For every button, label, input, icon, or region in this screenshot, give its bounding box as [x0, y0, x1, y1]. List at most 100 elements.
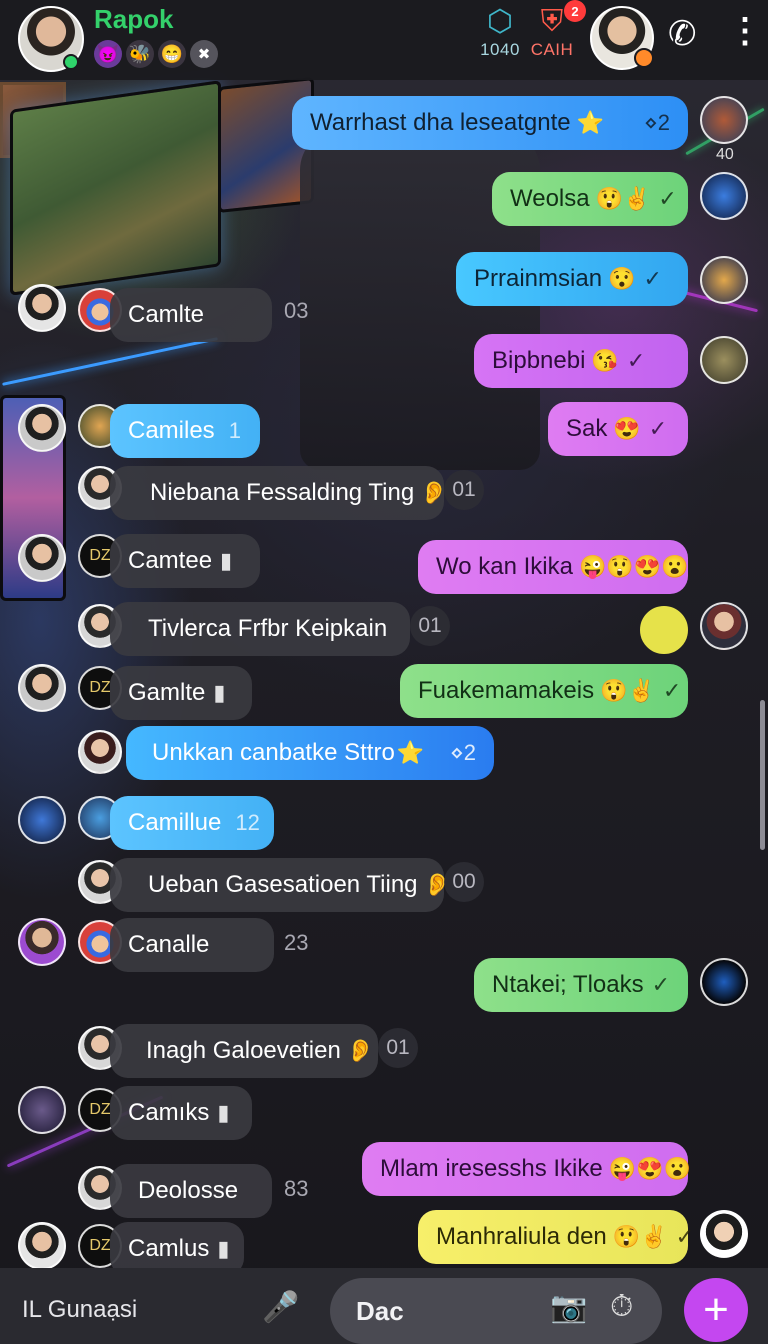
- message-text: Camıks: [128, 1099, 210, 1126]
- message-bubble[interactable]: Fuakemamakeis 😲✌ ✓: [400, 664, 688, 718]
- message-text: Warrhast dha leseatgnte: [310, 109, 571, 136]
- emoji-icon: 😲✌: [600, 678, 655, 703]
- camera-icon[interactable]: 📷: [550, 1290, 587, 1325]
- message-bubble[interactable]: Bipbnebi 😘 ✓: [474, 334, 688, 388]
- message-bubble[interactable]: Niebana Fessalding Ting 👂: [110, 466, 448, 520]
- message-bubble[interactable]: Warrhast dha leseatgnte ⭐ ⋄2: [292, 96, 688, 150]
- timer-icon[interactable]: ⏱: [610, 1290, 633, 1324]
- message-bubble[interactable]: Camlte: [110, 288, 272, 342]
- cash-label: CAIH: [530, 40, 574, 59]
- avatar[interactable]: [18, 404, 66, 452]
- message-bubble[interactable]: Gamlte ▮: [110, 666, 252, 720]
- message-count: 12: [235, 810, 260, 835]
- message-bubble[interactable]: Ueban Gasesatioen Tiing 👂: [110, 858, 451, 912]
- message-text: Manhraliula den: [436, 1223, 607, 1250]
- emoji-icon: 😲✌: [595, 186, 651, 211]
- check-icon: ✓: [662, 678, 682, 703]
- message-bubble[interactable]: Tivlerca Frfbr Keipkain: [110, 602, 410, 656]
- message-bubble[interactable]: Inagh Galoevetien 👂: [110, 1024, 378, 1078]
- message-bubble[interactable]: Mlam iresesshs Ikike 😜😍😮: [362, 1142, 691, 1196]
- message-bubble[interactable]: Camiles 1: [110, 404, 260, 458]
- message-text: Weolsa: [510, 185, 590, 212]
- avatar[interactable]: [700, 256, 748, 304]
- message-bubble[interactable]: Wo kan Ikika 😜😲😍😮: [418, 540, 689, 594]
- message-bubble[interactable]: Weolsa 😲✌ ✓: [492, 172, 688, 226]
- side-badge: 40: [716, 146, 734, 163]
- emoji-icon: 😜😍😮: [608, 1156, 691, 1181]
- avatar[interactable]: [78, 730, 122, 774]
- message-count: 01: [444, 470, 484, 510]
- message-bubble[interactable]: Ntakei; Tloaks ✓: [474, 958, 688, 1012]
- ear-icon: 👂: [346, 1038, 375, 1063]
- message-bubble[interactable]: Camıks ▮: [110, 1086, 252, 1140]
- phone-icon[interactable]: ✆: [668, 14, 697, 54]
- cash-button[interactable]: ⛨ CAIH 2: [528, 0, 586, 60]
- message-bubble[interactable]: Sak 😍 ✓: [548, 402, 688, 456]
- status-emoji: 😈: [94, 40, 122, 68]
- message-text: Bipbnebi: [492, 347, 586, 374]
- file-icon: ▮: [220, 548, 233, 573]
- check-icon: ✓: [651, 972, 671, 997]
- message-text: Canalle: [128, 931, 210, 958]
- message-count: 01: [378, 1028, 418, 1068]
- message-input-placeholder: Dac: [356, 1296, 404, 1326]
- emoji-icon: 😘: [591, 348, 619, 373]
- message-count: 23: [284, 930, 309, 955]
- avatar[interactable]: [18, 1086, 66, 1134]
- contact-name[interactable]: Rapok: [94, 4, 173, 35]
- message-text: Camlus: [128, 1235, 210, 1262]
- game-monitor: [10, 80, 221, 296]
- status-emoji: 😁: [158, 40, 186, 68]
- message-bubble[interactable]: Camtee ▮: [110, 534, 260, 588]
- message-text: Niebana Fessalding Ting: [150, 479, 415, 506]
- check-icon: ✓: [643, 266, 662, 291]
- message-text: Unkkan canbatke Sttro: [152, 739, 395, 766]
- add-button[interactable]: +: [684, 1278, 748, 1342]
- delivery-status: ⋄2: [643, 110, 670, 135]
- message-text: Inagh Galoevetien: [146, 1037, 341, 1064]
- user-avatar[interactable]: [590, 6, 654, 70]
- message-text: Camlte: [128, 301, 205, 328]
- avatar[interactable]: [700, 172, 748, 220]
- avatar[interactable]: [18, 918, 66, 966]
- avatar[interactable]: [700, 96, 748, 144]
- neon-light: [2, 337, 218, 386]
- status-emoji: ✖: [190, 40, 218, 68]
- avatar[interactable]: [18, 284, 66, 332]
- user-status-dot: [634, 48, 654, 68]
- avatar[interactable]: [700, 1210, 748, 1258]
- check-icon: ✓: [648, 416, 668, 441]
- avatar[interactable]: [18, 1222, 66, 1270]
- message-text: Tivlerca Frfbr Keipkain: [148, 615, 388, 642]
- avatar[interactable]: [700, 602, 748, 650]
- scrollbar[interactable]: [760, 700, 765, 850]
- message-bubble[interactable]: Manhraliula den 😲✌ ✓: [418, 1210, 694, 1264]
- message-bubble[interactable]: Canalle: [110, 918, 274, 972]
- message-bubble[interactable]: Camillue 12: [110, 796, 274, 850]
- avatar[interactable]: [18, 664, 66, 712]
- avatar[interactable]: [18, 796, 66, 844]
- delivery-status: ⋄2: [449, 740, 476, 765]
- more-menu-icon[interactable]: ⋮: [728, 14, 762, 48]
- media-thumbnail[interactable]: [640, 606, 688, 654]
- composer-label[interactable]: IL Gunaạsi: [22, 1296, 137, 1324]
- message-text: Sak: [566, 415, 608, 442]
- message-text: Camillue: [128, 809, 222, 836]
- check-icon: ✓: [658, 186, 677, 211]
- avatar[interactable]: [700, 958, 748, 1006]
- message-bubble[interactable]: Deolosse: [110, 1164, 272, 1218]
- microphone-icon[interactable]: 🎤: [262, 1290, 299, 1325]
- message-count: 01: [410, 606, 450, 646]
- file-icon: ▮: [217, 1236, 230, 1261]
- message-text: Wo kan Ikika: [436, 553, 573, 580]
- emoji-icon: 😜😲😍😮: [578, 554, 689, 579]
- avatar[interactable]: [18, 534, 66, 582]
- members-button[interactable]: ⬡ 1040: [472, 4, 528, 60]
- avatar[interactable]: [700, 336, 748, 384]
- message-count: 83: [284, 1176, 309, 1201]
- message-bubble[interactable]: Prrainmsian 😯 ✓: [456, 252, 688, 306]
- message-text: Mlam iresesshs Ikike: [380, 1155, 603, 1182]
- emoji-icon: 😲✌: [612, 1224, 668, 1249]
- message-count: 03: [284, 298, 309, 323]
- message-bubble[interactable]: Unkkan canbatke Sttro ⭐ ⋄2: [126, 726, 494, 780]
